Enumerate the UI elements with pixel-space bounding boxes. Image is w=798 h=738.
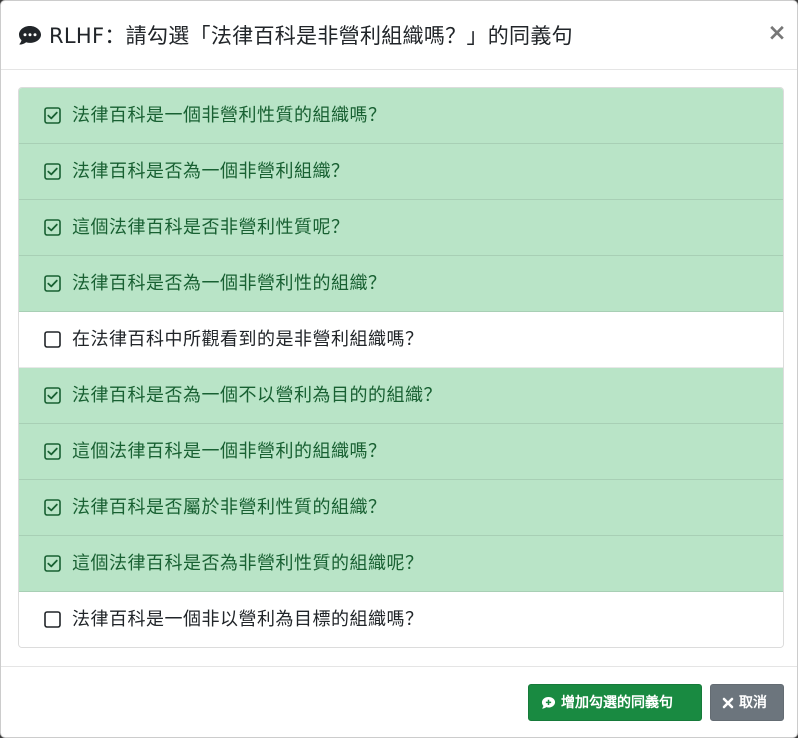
sentence-item[interactable]: 這個法律百科是否非營利性質呢？ [19,200,783,256]
sentence-text: 在法律百科中所觀看到的是非營利組織嗎？ [72,329,424,350]
sentence-text: 法律百科是否為一個非營利性的組織？ [72,273,387,294]
close-icon [722,697,734,709]
synonym-sentence-list: 法律百科是一個非營利性質的組織嗎？ 法律百科是否為一個非營利組織？ 這個法律百科是否… [18,87,784,648]
sentence-text: 法律百科是一個非以營利為目標的組織嗎？ [72,609,424,630]
unchecked-checkbox-icon[interactable] [44,611,61,628]
checked-checkbox-icon[interactable] [44,275,61,292]
comment-dots-icon [19,26,41,45]
checked-checkbox-icon[interactable] [44,499,61,516]
sentence-text: 法律百科是一個非營利性質的組織嗎？ [72,105,387,126]
checked-checkbox-icon[interactable] [44,219,61,236]
sentence-item[interactable]: 法律百科是否為一個非營利組織？ [19,144,783,200]
sentence-item[interactable]: 這個法律百科是否為非營利性質的組織呢？ [19,536,783,592]
sentence-item[interactable]: 法律百科是否為一個非營利性的組織？ [19,256,783,312]
sentence-text: 這個法律百科是一個非營利的組織嗎？ [72,441,387,462]
checked-checkbox-icon[interactable] [44,387,61,404]
sentence-text: 法律百科是否為一個不以營利為目的的組織？ [72,385,442,406]
checked-checkbox-icon[interactable] [44,163,61,180]
modal-footer: 增加勾選的同義句 取消 [1,666,797,738]
close-button[interactable]: × [765,19,789,47]
modal-title: RLHF：請勾選「法律百科是非營利組織嗎？」的同義句 [49,24,573,48]
unchecked-checkbox-icon[interactable] [44,331,61,348]
cancel-button[interactable]: 取消 [710,684,784,721]
modal-header: RLHF：請勾選「法律百科是非營利組織嗎？」的同義句 × [1,1,797,70]
checked-checkbox-icon[interactable] [44,443,61,460]
sentence-text: 法律百科是否屬於非營利性質的組織？ [72,497,387,518]
sentence-item[interactable]: 在法律百科中所觀看到的是非營利組織嗎？ [19,312,783,368]
sentence-text: 這個法律百科是否為非營利性質的組織呢？ [72,553,424,574]
sentence-item[interactable]: 法律百科是一個非營利性質的組織嗎？ [19,88,783,144]
sentence-item[interactable]: 這個法律百科是一個非營利的組織嗎？ [19,424,783,480]
sentence-item[interactable]: 法律百科是否屬於非營利性質的組織？ [19,480,783,536]
add-button-label: 增加勾選的同義句 [561,695,673,711]
sentence-text: 法律百科是否為一個非營利組織？ [72,161,350,182]
add-checked-sentences-button[interactable]: 增加勾選的同義句 [528,684,702,721]
checked-checkbox-icon[interactable] [44,555,61,572]
rlhf-modal: RLHF：請勾選「法律百科是非營利組織嗎？」的同義句 × 法律百科是一個非營利性… [0,0,798,738]
sentence-item[interactable]: 法律百科是否為一個不以營利為目的的組織？ [19,368,783,424]
sentence-item[interactable]: 法律百科是一個非以營利為目標的組織嗎？ [19,592,783,647]
checked-checkbox-icon[interactable] [44,107,61,124]
cancel-button-label: 取消 [739,695,767,711]
sentence-text: 這個法律百科是否非營利性質呢？ [72,217,350,238]
comment-plus-icon [541,696,556,709]
